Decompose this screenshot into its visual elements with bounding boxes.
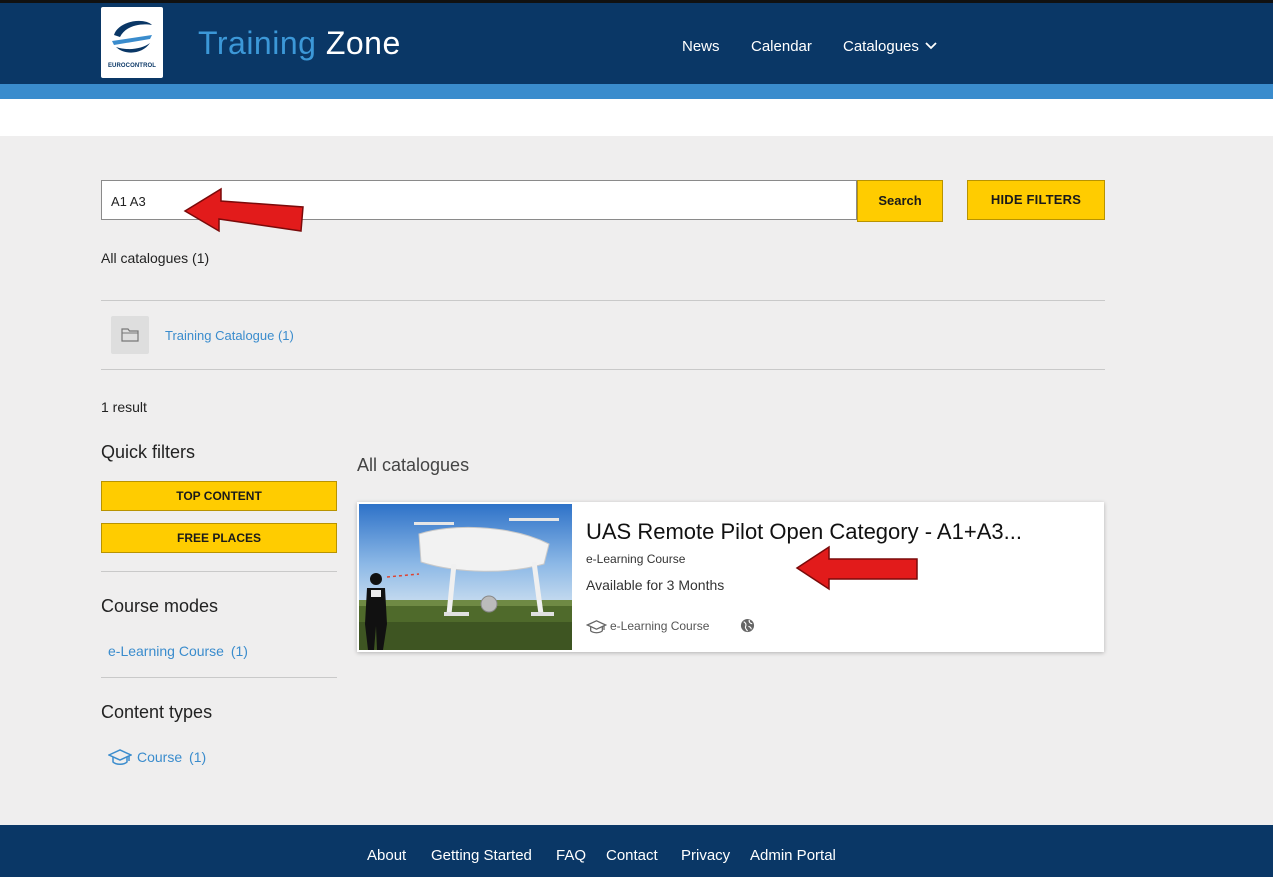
red-arrow-annotation-search: [183, 187, 304, 233]
catalogue-folder: [111, 316, 149, 354]
nav-news[interactable]: News: [682, 38, 720, 55]
results-heading: All catalogues: [357, 455, 470, 475]
nav-calendar[interactable]: Calendar: [751, 38, 812, 55]
footer-privacy[interactable]: Privacy: [681, 847, 730, 864]
divider: [101, 677, 337, 678]
globe-icon: [740, 618, 755, 633]
top-content-button[interactable]: TOP CONTENT: [101, 481, 337, 511]
divider: [101, 300, 1105, 301]
course-card[interactable]: UAS Remote Pilot Open Category - A1+A3..…: [357, 502, 1104, 652]
content-type-label: Course: [137, 749, 183, 765]
logo-text: EUROCONTROL: [107, 63, 157, 69]
drone-image: [359, 504, 572, 650]
footer-about[interactable]: About: [367, 847, 406, 864]
site-header: EUROCONTROL Training Zone News Calendar …: [0, 3, 1273, 84]
course-mode-label: e-Learning Course: [108, 643, 224, 659]
site-footer: About Getting Started FAQ Contact Privac…: [0, 825, 1273, 877]
divider: [101, 571, 337, 572]
footer-getting-started[interactable]: Getting Started: [431, 847, 532, 864]
free-places-button[interactable]: FREE PLACES: [101, 523, 337, 553]
result-count: 1 result: [101, 399, 147, 415]
brand-zone: Zone: [325, 25, 401, 61]
graduation-cap-icon: [586, 620, 607, 634]
eurocontrol-logo-icon: [112, 20, 152, 53]
training-catalogue-link[interactable]: Training Catalogue (1): [165, 328, 294, 343]
content-type-count: (1): [189, 749, 207, 765]
course-modes-title: Course modes: [101, 596, 219, 616]
course-meta-type: e-Learning Course: [610, 619, 710, 633]
course-title[interactable]: UAS Remote Pilot Open Category - A1+A3..…: [586, 519, 1022, 545]
brand-training: Training: [198, 25, 317, 61]
quick-filters-title: Quick filters: [101, 442, 196, 462]
footer-admin-portal[interactable]: Admin Portal: [750, 847, 836, 864]
all-catalogues-filter[interactable]: All catalogues (1): [101, 250, 209, 266]
red-arrow-annotation-course: [795, 545, 918, 591]
divider: [101, 369, 1105, 370]
course-type: e-Learning Course: [586, 552, 686, 566]
graduation-cap-icon: [108, 749, 132, 765]
eurocontrol-logo[interactable]: EUROCONTROL: [101, 7, 163, 78]
folder-icon: [121, 328, 139, 342]
search-button[interactable]: Search: [857, 180, 943, 222]
header-stripe: [0, 84, 1273, 99]
footer-faq[interactable]: FAQ: [556, 847, 586, 864]
course-thumbnail[interactable]: [359, 504, 572, 650]
course-mode-count: (1): [230, 643, 248, 659]
course-mode-elearning[interactable]: e-Learning Course (1): [108, 643, 248, 659]
hide-filters-button[interactable]: HIDE FILTERS: [967, 180, 1105, 220]
site-brand[interactable]: Training Zone: [198, 25, 401, 62]
chevron-down-icon: [925, 42, 937, 50]
nav-catalogues-label: Catalogues: [843, 38, 919, 55]
course-availability: Available for 3 Months: [586, 577, 725, 593]
content-types-title: Content types: [101, 702, 213, 722]
nav-catalogues[interactable]: Catalogues: [843, 38, 937, 55]
footer-contact[interactable]: Contact: [606, 847, 658, 864]
